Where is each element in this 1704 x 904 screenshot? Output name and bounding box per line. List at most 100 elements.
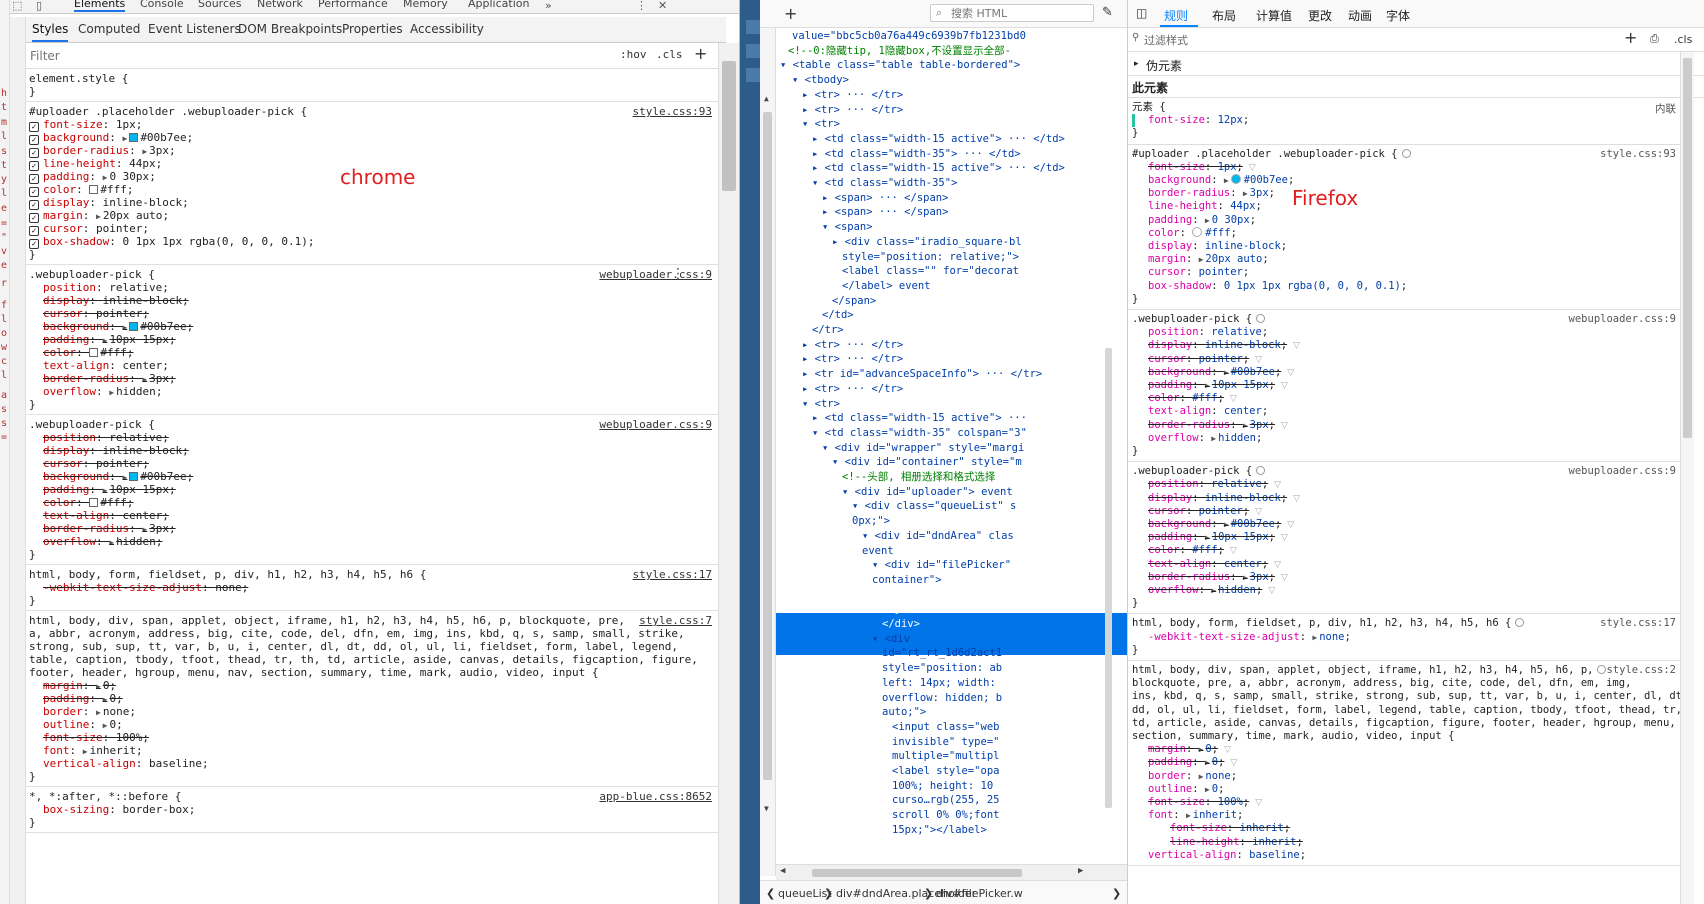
- property-value[interactable]: pointer: [96, 457, 142, 470]
- markup-node[interactable]: ▸ <tr> ··· </tr>: [802, 339, 903, 352]
- markup-node[interactable]: ▸ <td class="width-15 active"> ··· </td>: [812, 133, 1065, 146]
- expand-shorthand-icon[interactable]: ▶: [96, 682, 101, 691]
- property-value[interactable]: 100%: [1218, 796, 1243, 808]
- expand-shorthand-icon[interactable]: ▶: [1224, 176, 1229, 185]
- markup-left-scrollbar[interactable]: ▲ ▼: [760, 28, 776, 876]
- scroll-right-icon[interactable]: ▶: [1078, 866, 1083, 876]
- markup-node[interactable]: ▸ <span> ··· </span>: [822, 206, 948, 219]
- expand-shorthand-icon[interactable]: ▶: [1243, 573, 1248, 582]
- markup-node[interactable]: ▸ <tr> ··· </tr>: [802, 383, 903, 396]
- property-name[interactable]: box-sizing: [43, 803, 109, 816]
- markup-node[interactable]: ▸ <tr> ··· </tr>: [802, 353, 903, 366]
- expand-shorthand-icon[interactable]: ▶: [1243, 189, 1248, 198]
- declaration[interactable]: font-size: 1px; ▽: [1148, 161, 1256, 175]
- rule-selector[interactable]: table, caption, tbody, tfoot, thead, tr,…: [29, 653, 698, 666]
- property-value[interactable]: 0 30px: [1212, 214, 1250, 226]
- property-name[interactable]: cursor: [43, 457, 83, 470]
- declaration[interactable]: vertical-align: baseline;: [43, 757, 209, 770]
- expand-shorthand-icon[interactable]: ▶: [103, 695, 108, 704]
- scrollbar-thumb[interactable]: [722, 61, 736, 191]
- more-tabs-icon[interactable]: »: [545, 0, 552, 12]
- rule-selector[interactable]: dd, ol, ul, li, fieldset, form, label, l…: [1132, 704, 1680, 717]
- property-value[interactable]: 3px: [149, 144, 169, 157]
- markup-node[interactable]: ▾ <div: [872, 633, 910, 646]
- filter-property-icon[interactable]: ▽: [1287, 519, 1294, 532]
- rule-selector[interactable]: html, body, div, span, applet, object, i…: [29, 614, 625, 627]
- markup-node[interactable]: ▾ <span>: [822, 221, 873, 234]
- property-name[interactable]: text-align: [1148, 558, 1211, 570]
- declaration[interactable]: ✓ box-shadow: 0 1px 1px rgba(0, 0, 0, 0.1…: [29, 235, 315, 249]
- markup-node[interactable]: <!--头部, 相册选择和格式选择: [842, 471, 995, 484]
- markup-node[interactable]: container">: [872, 574, 942, 587]
- rule-selector[interactable]: .webuploader-pick {: [29, 418, 155, 431]
- property-value[interactable]: none: [103, 705, 130, 718]
- inspect-element-icon[interactable]: ⬚: [12, 0, 22, 12]
- filter-property-icon[interactable]: ▽: [1281, 420, 1288, 433]
- declaration[interactable]: border-radius: ▶ 3px;: [43, 372, 176, 386]
- toggle-pane-icon[interactable]: ◫: [1136, 6, 1147, 20]
- property-name[interactable]: margin: [1148, 743, 1186, 755]
- property-name[interactable]: background: [43, 131, 109, 144]
- declaration[interactable]: line-height: 44px;: [1148, 200, 1262, 213]
- rule-source-link[interactable]: webuploader.css:9: [1569, 313, 1676, 325]
- property-value[interactable]: center: [122, 359, 162, 372]
- rule-source-link[interactable]: webuploader.css:9: [599, 418, 712, 431]
- sidebar-tab[interactable]: 动画: [1348, 7, 1372, 24]
- property-name[interactable]: display: [43, 444, 89, 457]
- add-node-icon[interactable]: +: [784, 4, 797, 23]
- rule-selector[interactable]: html, body, form, fieldset, p, div, h1, …: [29, 568, 426, 581]
- markup-node[interactable]: event: [862, 545, 894, 558]
- property-name[interactable]: position: [43, 281, 96, 294]
- scrollbar-thumb[interactable]: [763, 112, 772, 780]
- rule-selector[interactable]: blockquote, pre, a, abbr, acronym, addre…: [1132, 677, 1631, 690]
- property-name[interactable]: cursor: [1148, 353, 1186, 365]
- declaration[interactable]: padding: ▶ 10px 15px;: [43, 483, 176, 497]
- selector-text[interactable]: .webuploader-pick {: [1132, 465, 1252, 477]
- rule-selector[interactable]: html, body, form, fieldset, p, div, h1, …: [1132, 617, 1528, 630]
- property-name[interactable]: line-height: [1170, 836, 1240, 848]
- expand-shorthand-icon[interactable]: ▶: [1205, 533, 1210, 542]
- markup-node[interactable]: <input class="web: [892, 721, 999, 734]
- declaration[interactable]: cursor: pointer;: [43, 307, 149, 320]
- device-toolbar-icon[interactable]: ▯: [36, 0, 42, 12]
- property-value[interactable]: center: [1224, 558, 1262, 570]
- declaration[interactable]: display: inline-block;: [1148, 240, 1287, 253]
- declaration[interactable]: display: inline-block; ▽: [1148, 339, 1300, 353]
- selector-text[interactable]: ins, kbd, q, s, samp, small, strike, str…: [1132, 690, 1680, 702]
- selector-highlight-icon[interactable]: [1401, 148, 1411, 158]
- markup-node[interactable]: </span>: [832, 295, 876, 308]
- selector-text[interactable]: html, body, div, span, applet, object, i…: [1132, 664, 1593, 676]
- property-value[interactable]: inherit: [90, 744, 136, 757]
- markup-node[interactable]: ▸ <td class="width-35"> ··· </td>: [812, 148, 1021, 161]
- declaration[interactable]: ✓ border-radius: ▶ 3px;: [29, 144, 176, 158]
- expand-shorthand-icon[interactable]: ▶: [122, 323, 127, 332]
- property-name[interactable]: background: [1148, 518, 1211, 530]
- declaration[interactable]: display: inline-block;: [43, 444, 189, 457]
- declaration[interactable]: ✓ display: inline-block;: [29, 196, 189, 210]
- property-name[interactable]: color: [43, 183, 76, 196]
- declaration[interactable]: padding: ▶ 0;: [43, 692, 123, 706]
- expand-shorthand-icon[interactable]: ▶: [1243, 421, 1248, 430]
- declaration[interactable]: border-radius: ▶ 3px;: [43, 522, 176, 536]
- subtab-accessibility[interactable]: Accessibility: [410, 22, 484, 36]
- property-value[interactable]: pointer: [96, 222, 142, 235]
- declaration[interactable]: cursor: pointer;: [43, 457, 149, 470]
- property-value[interactable]: 0: [1212, 756, 1218, 768]
- markup-node[interactable]: ▸ <div class="iradio_square-bl: [832, 236, 1022, 249]
- property-name[interactable]: color: [43, 496, 76, 509]
- property-value[interactable]: #00b7ee: [140, 320, 186, 333]
- property-value[interactable]: #00b7ee: [140, 470, 186, 483]
- rule-selector[interactable]: ins, kbd, q, s, samp, small, strike, str…: [1132, 690, 1680, 703]
- markup-node[interactable]: ▸ <tr> ··· </tr>: [802, 104, 903, 117]
- markup-node[interactable]: ▾ <td class="width-35" colspan="3": [812, 427, 1027, 440]
- eyedropper-icon[interactable]: ✎: [1102, 5, 1113, 20]
- property-value[interactable]: baseline: [149, 757, 202, 770]
- declaration[interactable]: background: ▶ #00b7ee;: [43, 470, 193, 484]
- property-name[interactable]: cursor: [43, 222, 83, 235]
- markup-node[interactable]: 0px;">: [852, 515, 890, 528]
- rule-selector[interactable]: td, article, aside, canvas, details, fig…: [1132, 717, 1680, 730]
- property-name[interactable]: color: [1148, 544, 1180, 556]
- markup-node[interactable]: ▸ <tr id="advanceSpaceInfo"> ··· </tr>: [802, 368, 1042, 381]
- property-name[interactable]: padding: [43, 170, 89, 183]
- expand-icon[interactable]: ▸: [1134, 59, 1139, 69]
